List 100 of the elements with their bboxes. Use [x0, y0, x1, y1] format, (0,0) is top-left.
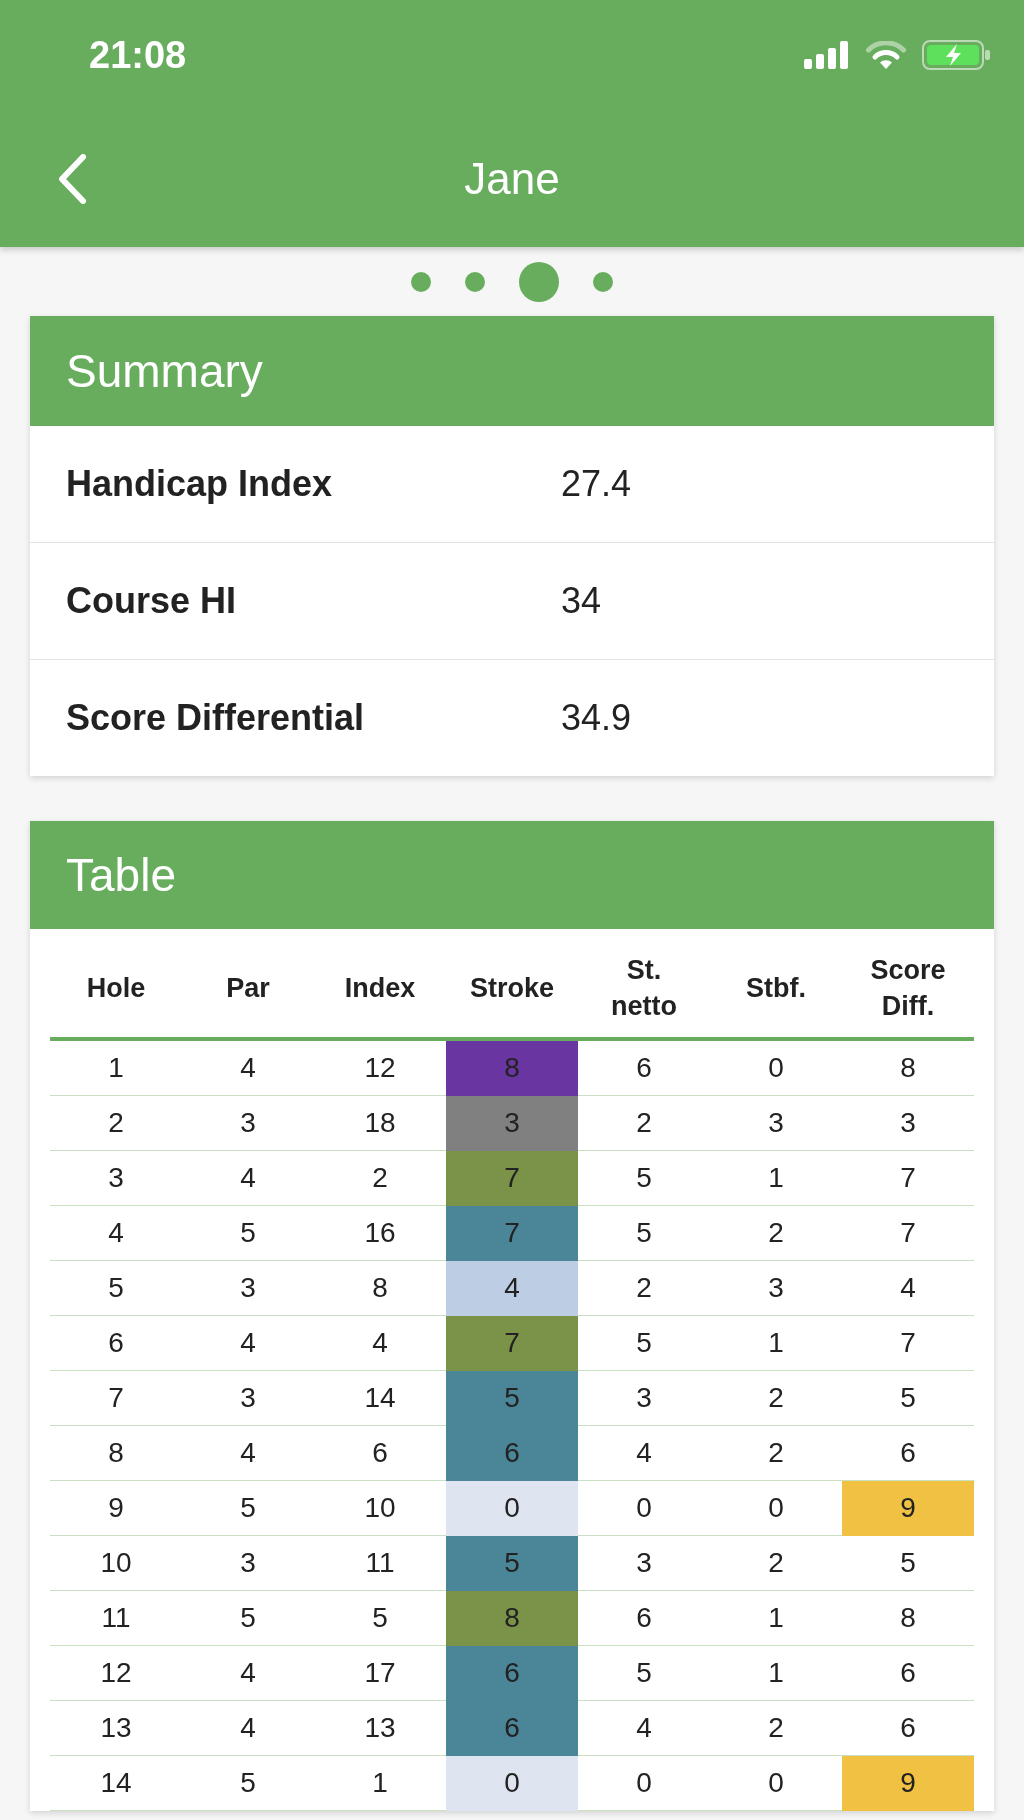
stat-label: Course HI	[66, 580, 238, 622]
table-cell: 3	[50, 1151, 182, 1206]
table-cell: 1	[710, 1151, 842, 1206]
stroke-cell: 0	[446, 1756, 578, 1811]
column-header: Stbf.	[745, 972, 807, 1005]
table-cell: 2	[710, 1371, 842, 1426]
stroke-cell: 3	[446, 1096, 578, 1151]
page-dot[interactable]	[593, 271, 613, 292]
score-diff-cell: 7	[842, 1206, 974, 1261]
table-cell: 4	[578, 1701, 710, 1756]
column-header: Hole	[85, 972, 147, 1005]
table-cell: 4	[182, 1316, 314, 1371]
table-cell: 10	[50, 1536, 182, 1591]
stroke-cell: 4	[446, 1261, 578, 1316]
signal-icon	[804, 41, 850, 69]
table-cell: 4	[50, 1206, 182, 1261]
table-cell: 3	[578, 1371, 710, 1426]
table-cell: 2	[710, 1701, 842, 1756]
table-cell: 12	[50, 1646, 182, 1701]
table-cell: 5	[50, 1261, 182, 1316]
score-diff-cell: 3	[842, 1096, 974, 1151]
table-cell: 3	[578, 1536, 710, 1591]
table-cell: 5	[578, 1646, 710, 1701]
table-cell: 5	[578, 1206, 710, 1261]
table-cell: 0	[710, 1041, 842, 1096]
status-time: 21:08	[89, 33, 187, 77]
table-cell: 11	[50, 1591, 182, 1646]
score-diff-cell: 5	[842, 1536, 974, 1591]
table-cell: 2	[710, 1426, 842, 1481]
table-cell: 5	[182, 1206, 314, 1261]
stroke-cell: 5	[446, 1536, 578, 1591]
table-cell: 3	[182, 1261, 314, 1316]
stat-label: Handicap Index	[66, 463, 334, 505]
page-dot[interactable]	[411, 271, 431, 292]
table-cell: 5	[578, 1151, 710, 1206]
table-cell: 2	[50, 1096, 182, 1151]
table-cell: 9	[50, 1481, 182, 1536]
table-cell: 1	[710, 1591, 842, 1646]
table-cell: 0	[578, 1481, 710, 1536]
score-diff-cell: 9	[842, 1756, 974, 1811]
table-cell: 6	[50, 1316, 182, 1371]
table-cell: 5	[578, 1316, 710, 1371]
page-dot[interactable]	[465, 271, 485, 292]
table-cell: 3	[182, 1096, 314, 1151]
page-dot[interactable]	[519, 261, 559, 302]
table-cell: 4	[182, 1426, 314, 1481]
section-header: Table	[30, 821, 994, 929]
section-header: Summary	[30, 316, 994, 426]
wifi-icon	[866, 40, 906, 70]
table-cell: 4	[578, 1426, 710, 1481]
score-diff-cell: 9	[842, 1481, 974, 1536]
column-header: Score Diff.	[869, 954, 947, 1023]
column-header: Stroke	[468, 972, 555, 1005]
stroke-cell: 6	[446, 1426, 578, 1481]
table-cell: 4	[182, 1151, 314, 1206]
stat-label: Score Differential	[66, 697, 366, 739]
stroke-cell: 7	[446, 1206, 578, 1261]
stroke-cell: 0	[446, 1481, 578, 1536]
table-cell: 7	[50, 1371, 182, 1426]
back-icon[interactable]	[57, 153, 87, 204]
score-diff-cell: 5	[842, 1371, 974, 1426]
column-header: St. netto	[610, 954, 678, 1023]
column-header: Index	[343, 972, 417, 1005]
table-cell: 8	[50, 1426, 182, 1481]
battery-charging-icon	[922, 40, 990, 70]
score-diff-cell: 8	[842, 1041, 974, 1096]
table-cell: 5	[182, 1756, 314, 1811]
table-cell: 4	[182, 1701, 314, 1756]
stat-value: 27.4	[561, 463, 633, 505]
screen-title: Jane	[464, 153, 560, 204]
table-cell: 6	[578, 1041, 710, 1096]
table-cell: 3	[710, 1261, 842, 1316]
table-cell: 3	[182, 1371, 314, 1426]
table-cell: 2	[578, 1261, 710, 1316]
stroke-cell: 8	[446, 1041, 578, 1096]
table-cell: 4	[182, 1646, 314, 1701]
table-cell: 1	[710, 1646, 842, 1701]
score-diff-cell: 7	[842, 1151, 974, 1206]
table-cell: 3	[710, 1096, 842, 1151]
table-cell: 13	[50, 1701, 182, 1756]
table-cell: 2	[710, 1536, 842, 1591]
stroke-cell: 6	[446, 1701, 578, 1756]
score-diff-cell: 7	[842, 1316, 974, 1371]
table-cell: 4	[182, 1041, 314, 1096]
table-cell: 2	[710, 1206, 842, 1261]
table-cell: 2	[578, 1096, 710, 1151]
table-cell: 1	[50, 1041, 182, 1096]
stat-value: 34.9	[561, 697, 633, 739]
stroke-cell: 5	[446, 1371, 578, 1426]
stroke-cell: 7	[446, 1316, 578, 1371]
table-cell: 14	[50, 1756, 182, 1811]
column-header: Par	[225, 972, 271, 1005]
table-cell: 5	[182, 1481, 314, 1536]
score-diff-cell: 8	[842, 1591, 974, 1646]
table-cell: 6	[578, 1591, 710, 1646]
stat-value: 34	[561, 580, 603, 622]
stroke-cell: 6	[446, 1646, 578, 1701]
table-cell: 3	[182, 1536, 314, 1591]
table-cell: 0	[578, 1756, 710, 1811]
score-diff-cell: 4	[842, 1261, 974, 1316]
